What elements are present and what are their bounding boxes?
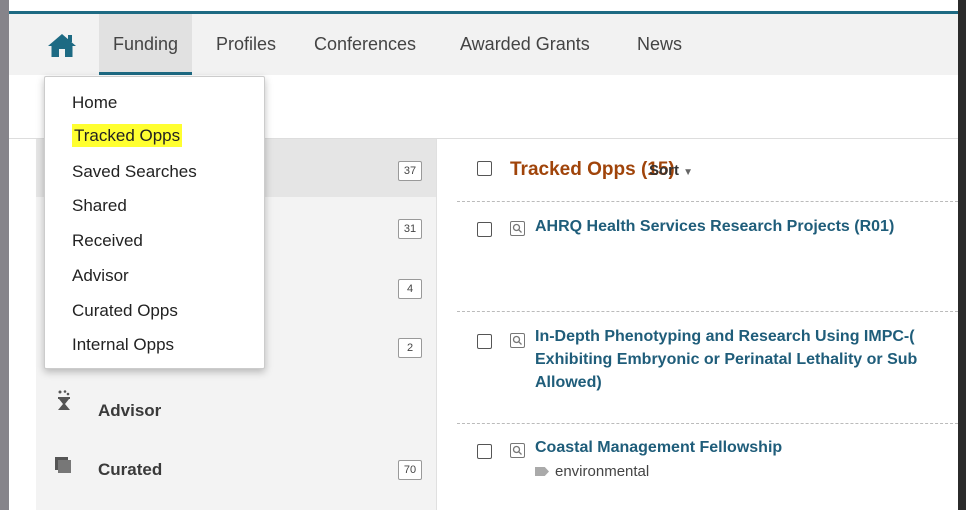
menu-item-shared[interactable]: Shared [72,196,127,216]
select-all-checkbox[interactable] [477,161,492,176]
sort-label: Sort [649,162,679,179]
top-nav: Funding Profiles Conferences Awarded Gra… [9,14,958,75]
funding-dropdown-menu: Home Tracked Opps Saved Searches Shared … [44,76,265,369]
sidebar-count: 37 [398,161,422,181]
row-checkbox[interactable] [477,334,492,349]
results-panel: Tracked Opps (15) Sort ▼ AHRQ Health Ser… [437,139,958,510]
menu-item-tracked-opps[interactable]: Tracked Opps [72,124,183,147]
opportunity-title[interactable]: Coastal Management Fellowship [535,436,782,459]
left-window-edge [0,0,9,510]
separator [457,201,958,202]
nav-conferences[interactable]: Conferences [314,14,416,75]
opportunity-title[interactable]: In-Depth Phenotyping and Research Using … [535,325,917,394]
opportunity-title[interactable]: AHRQ Health Services Research Projects (… [535,215,894,238]
tag-icon [535,467,549,476]
menu-item-advisor[interactable]: Advisor [72,266,129,286]
nav-profiles[interactable]: Profiles [216,14,276,75]
separator [457,423,958,424]
right-window-edge [958,0,966,510]
sidebar-count: 70 [398,460,422,480]
nav-awarded-grants[interactable]: Awarded Grants [460,14,590,75]
menu-item-home[interactable]: Home [72,93,117,113]
preview-icon[interactable] [510,443,525,458]
page: Funding Profiles Conferences Awarded Gra… [9,0,958,510]
caret-down-icon: ▼ [683,167,694,178]
preview-icon[interactable] [510,221,525,236]
sidebar-count: 31 [398,219,422,239]
row-checkbox[interactable] [477,444,492,459]
tag[interactable]: environmental [535,463,649,480]
home-nav-button[interactable] [39,14,85,75]
nav-news[interactable]: News [637,14,682,75]
menu-item-received[interactable]: Received [72,231,143,251]
advisor-icon [56,390,72,417]
home-icon [48,33,76,57]
sort-dropdown[interactable]: Sort ▼ [649,162,693,179]
curated-icon [55,457,71,478]
menu-item-internal-opps[interactable]: Internal Opps [72,335,174,355]
sidebar-item-curated[interactable]: Curated [98,460,162,480]
menu-item-curated-opps[interactable]: Curated Opps [72,301,178,321]
sidebar-count: 4 [398,279,422,299]
nav-funding[interactable]: Funding [99,14,193,75]
sidebar-count: 2 [398,338,422,358]
preview-icon[interactable] [510,333,525,348]
menu-item-saved-searches[interactable]: Saved Searches [72,162,197,182]
sidebar-item-advisor[interactable]: Advisor [98,401,161,421]
row-checkbox[interactable] [477,222,492,237]
separator [457,311,958,312]
